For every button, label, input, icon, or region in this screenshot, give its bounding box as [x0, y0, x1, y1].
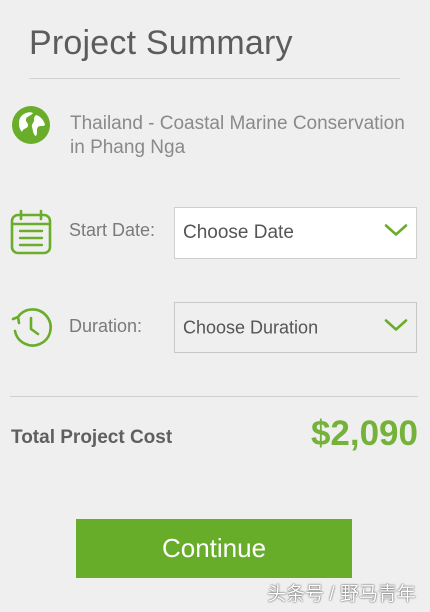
- page-title: Project Summary: [29, 24, 293, 62]
- start-date-label: Start Date:: [69, 220, 156, 240]
- chevron-down-icon: [384, 224, 408, 243]
- duration-select[interactable]: Choose Duration: [174, 302, 417, 353]
- continue-button[interactable]: Continue: [76, 519, 352, 578]
- duration-label: Duration:: [69, 316, 143, 336]
- start-date-select[interactable]: Choose Date: [174, 207, 417, 259]
- project-name: Thailand - Coastal Marine Conservation i…: [70, 113, 405, 158]
- section-divider: [10, 396, 418, 397]
- duration-value: Choose Duration: [183, 317, 319, 337]
- chevron-down-icon: [384, 318, 408, 337]
- watermark: 头条号 / 野马青年: [267, 584, 416, 605]
- globe-icon: [11, 105, 51, 145]
- calendar-icon: [9, 209, 53, 255]
- total-cost-label: Total Project Cost: [11, 427, 173, 448]
- title-divider: [29, 78, 400, 79]
- clock-icon: [10, 306, 54, 350]
- total-cost-value: $2,090: [310, 414, 418, 453]
- start-date-value: Choose Date: [183, 222, 294, 243]
